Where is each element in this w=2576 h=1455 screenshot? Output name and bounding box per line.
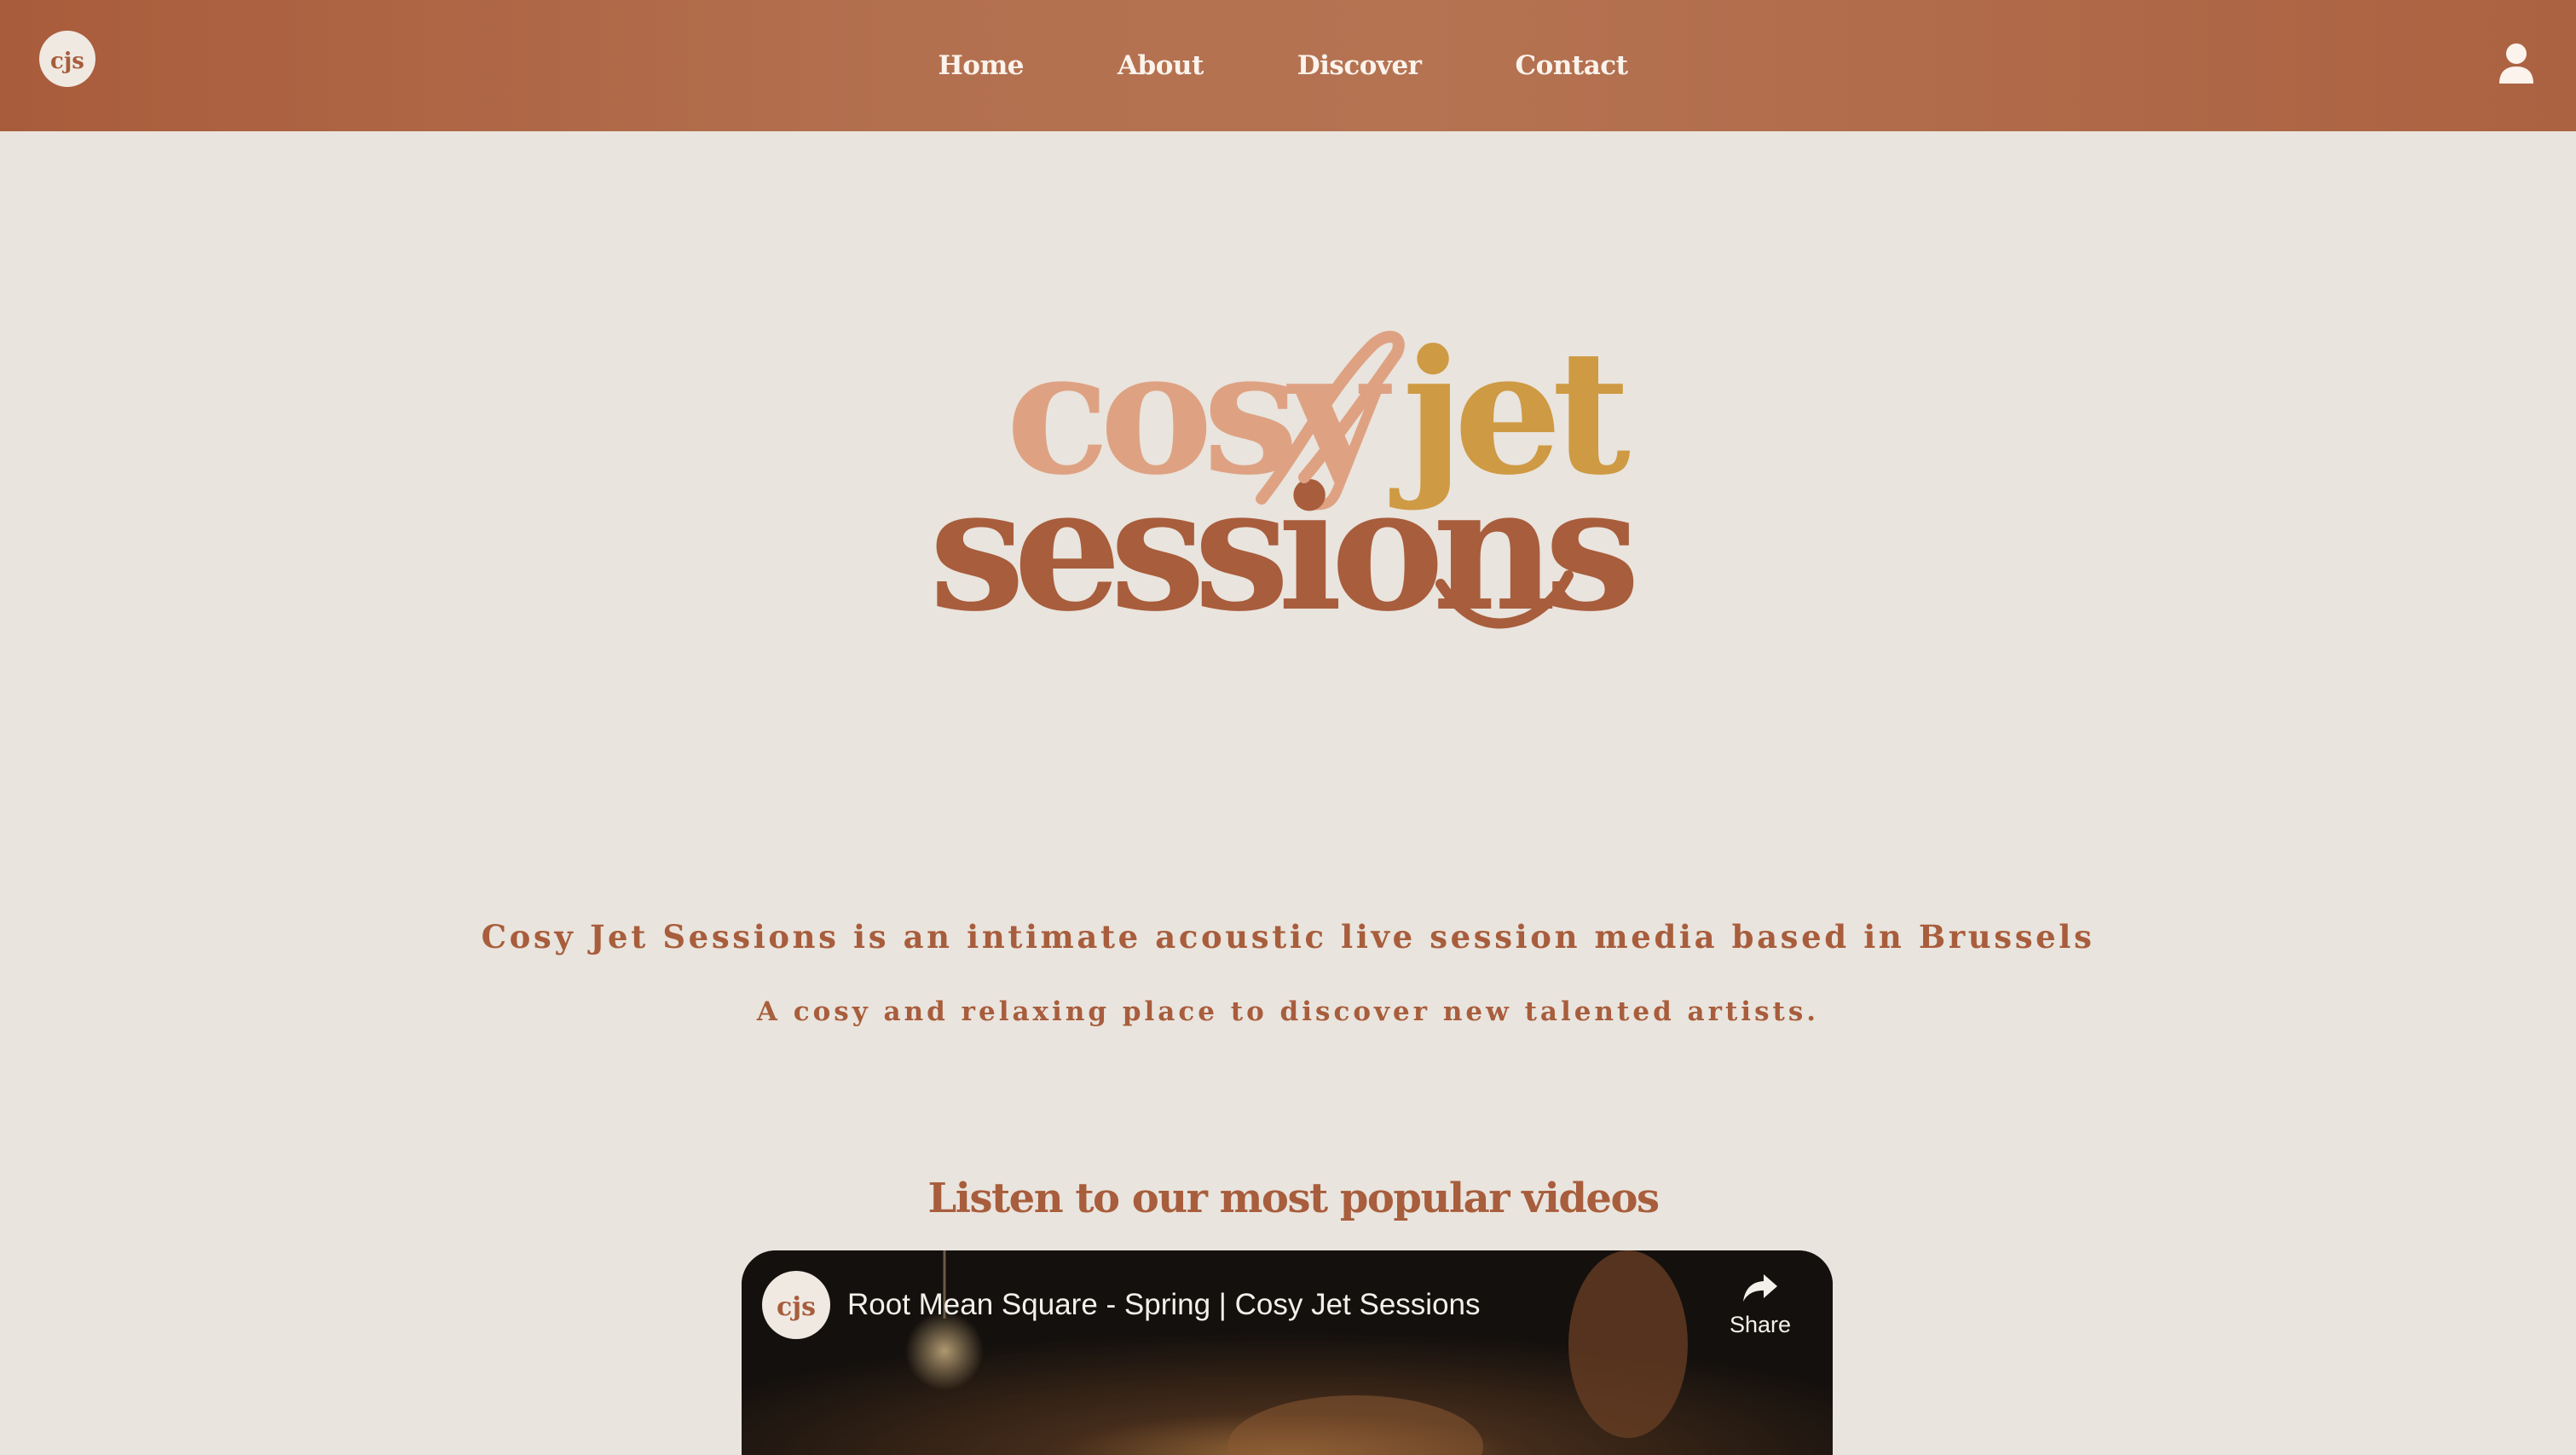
share-button[interactable]: Share: [1722, 1271, 1799, 1356]
nav-about-link[interactable]: About: [1118, 50, 1204, 81]
channel-avatar-initials: cjs: [777, 1292, 816, 1322]
main-nav: Home About Discover Contact: [0, 0, 2576, 131]
hero-wordmark: cosy jet sessions: [929, 328, 1645, 652]
popular-videos-heading: Listen to our most popular videos: [927, 1174, 1661, 1222]
video-thumbnail: [742, 1250, 1833, 1455]
wordmark-sessions: sessions: [929, 449, 1640, 650]
nav-discover-link[interactable]: Discover: [1297, 50, 1422, 81]
nav-home-link[interactable]: Home: [939, 50, 1025, 81]
channel-avatar[interactable]: cjs: [762, 1271, 830, 1339]
nav-contact-link[interactable]: Contact: [1516, 50, 1629, 81]
share-arrow-icon: [1743, 1274, 1777, 1302]
intro-subtagline: A cosy and relaxing place to discover ne…: [756, 996, 1820, 1027]
user-icon: [2499, 43, 2533, 84]
cjs-monogram-icon: cjs: [777, 1292, 816, 1322]
intro-tagline: Cosy Jet Sessions is an intimate acousti…: [481, 918, 2095, 956]
share-label: Share: [1729, 1312, 1792, 1337]
video-player[interactable]: cjs Root Mean Square - Spring | Cosy Jet…: [742, 1250, 1833, 1455]
video-title[interactable]: Root Mean Square - Spring | Cosy Jet Ses…: [847, 1288, 1481, 1322]
site-header: cjs Home About Discover Contact: [0, 0, 2576, 131]
user-account-button[interactable]: [2498, 43, 2535, 85]
